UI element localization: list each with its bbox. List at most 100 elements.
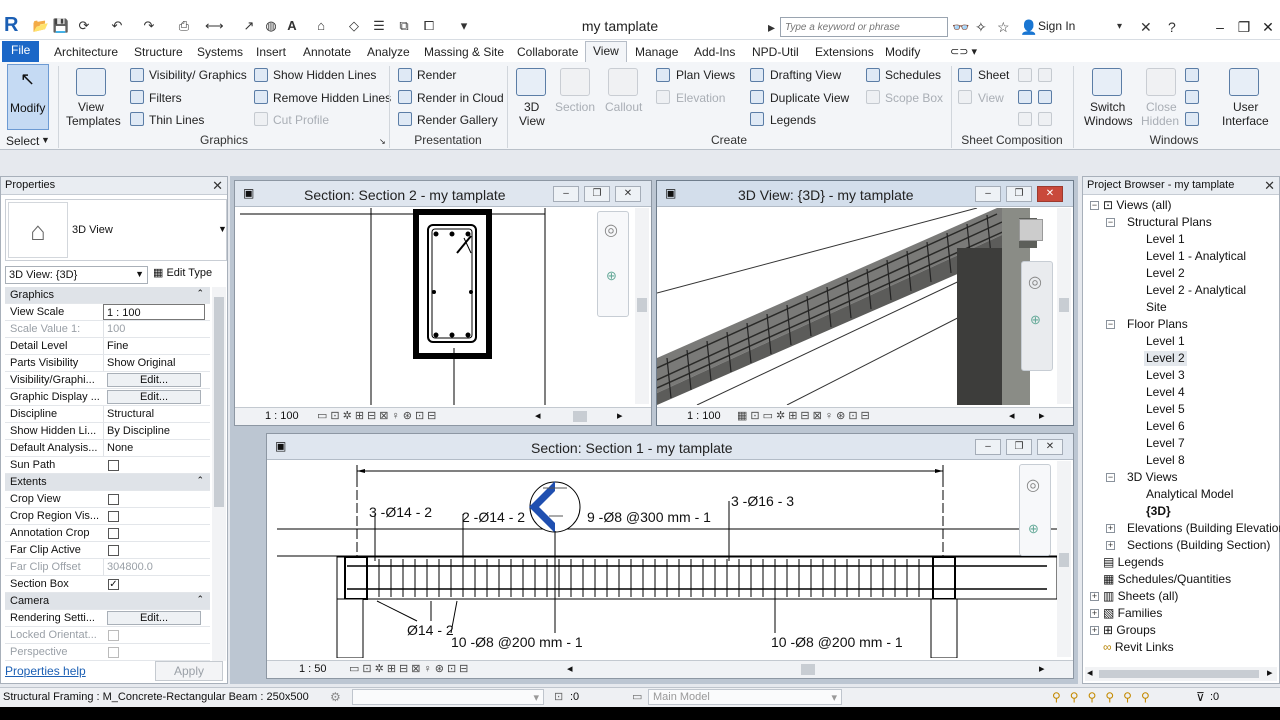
- collapse-icon[interactable]: −: [1090, 201, 1099, 210]
- apply-button[interactable]: Apply: [155, 661, 223, 681]
- rebar-tag[interactable]: 2 -Ø14 - 2: [462, 509, 525, 525]
- minimize-icon[interactable]: –: [553, 186, 579, 202]
- steering-wheel-icon[interactable]: ◎: [1026, 475, 1040, 495]
- zoom-icon[interactable]: ⊕: [1028, 521, 1039, 537]
- print-icon[interactable]: ⎙: [175, 16, 193, 36]
- section-icon[interactable]: ◇: [345, 16, 363, 36]
- collapse-icon[interactable]: −: [1106, 218, 1115, 227]
- render-button[interactable]: Render: [417, 68, 456, 82]
- view-templates-icon[interactable]: [76, 68, 106, 96]
- h-scroll-thumb[interactable]: [801, 664, 815, 675]
- tree-analytical-model[interactable]: Analytical Model: [1146, 487, 1233, 502]
- show-hidden-lines-icon[interactable]: [254, 68, 268, 82]
- tab-architecture[interactable]: Architecture: [54, 43, 118, 62]
- visibility-graphics-icon[interactable]: [130, 68, 144, 82]
- text-icon[interactable]: A: [283, 16, 301, 36]
- instance-dropdown-icon[interactable]: ▼: [135, 269, 144, 279]
- crop-region-checkbox[interactable]: [108, 511, 119, 522]
- discipline-field[interactable]: Structural: [103, 406, 205, 422]
- restore-icon[interactable]: ❐: [1006, 186, 1032, 202]
- tree-legends[interactable]: ▤ Legends: [1103, 555, 1164, 570]
- expand-icon[interactable]: +: [1090, 592, 1099, 601]
- navigation-bar[interactable]: ◎ ⊕: [597, 211, 629, 317]
- scroll-left-icon[interactable]: ◂: [1087, 666, 1093, 679]
- view-scale[interactable]: 1 : 100: [265, 410, 299, 422]
- undo-icon[interactable]: ↶: [108, 16, 126, 36]
- tree-schedules[interactable]: ▦ Schedules/Quantities: [1103, 572, 1231, 587]
- parts-visibility-field[interactable]: Show Original: [103, 355, 205, 371]
- analysis-field[interactable]: None: [103, 440, 205, 456]
- subscription-icon[interactable]: ✧: [975, 17, 987, 37]
- type-dropdown-icon[interactable]: ▼: [218, 224, 227, 234]
- tree-3d-default[interactable]: {3D}: [1146, 504, 1171, 519]
- tree-3d-views[interactable]: 3D Views: [1127, 470, 1177, 485]
- switch-label[interactable]: Switch: [1090, 100, 1125, 114]
- expand-icon[interactable]: +: [1106, 541, 1115, 550]
- close-hidden-icon[interactable]: ⧉: [395, 16, 413, 36]
- tree-groups[interactable]: ⊞ Groups: [1103, 623, 1156, 638]
- detail-level-field[interactable]: Fine: [103, 338, 205, 354]
- visibility-edit-button[interactable]: Edit...: [107, 373, 201, 387]
- workset-dropdown[interactable]: ▾: [352, 689, 544, 705]
- duplicate-view-button[interactable]: Duplicate View: [770, 91, 849, 105]
- sync-icon[interactable]: ⟳: [75, 16, 93, 36]
- maximize-icon[interactable]: ❐: [1232, 16, 1256, 38]
- tree-level-2-analytical[interactable]: Level 2 - Analytical: [1146, 283, 1246, 298]
- view-control-icons[interactable]: ▭⊡✲⊞⊟⊠♀⊛⊡⊟: [349, 662, 471, 675]
- rebar-tag[interactable]: 3 -Ø14 - 2: [369, 504, 432, 520]
- restore-icon[interactable]: ❐: [1006, 439, 1032, 455]
- legends-icon[interactable]: [750, 112, 764, 126]
- view-control-icons[interactable]: ▦⊡▭✲⊞⊟⊠♀⊛⊡⊟: [737, 409, 873, 422]
- drafting-view-icon[interactable]: [750, 68, 764, 82]
- sheet-icon[interactable]: [958, 68, 972, 82]
- close-icon[interactable]: ✕: [1037, 186, 1063, 202]
- section-graphics[interactable]: Graphics ⌃: [5, 287, 210, 304]
- edit-type-button[interactable]: ▦ Edit Type: [153, 266, 212, 279]
- vertical-scrollbar[interactable]: [635, 208, 649, 404]
- view-scale-field[interactable]: 1 : 100: [103, 304, 205, 320]
- qat-dropdown-icon[interactable]: ▾: [455, 16, 473, 36]
- tag-icon[interactable]: ◍: [262, 16, 280, 36]
- tree-elevations[interactable]: Elevations (Building Elevation: [1127, 521, 1280, 536]
- 3d-view-icon[interactable]: ⌂: [312, 16, 330, 36]
- minimize-icon[interactable]: –: [1208, 16, 1232, 38]
- tree-fp-level-5[interactable]: Level 5: [1146, 402, 1185, 417]
- help-icon[interactable]: ?: [1168, 17, 1176, 37]
- tree-floor-plans[interactable]: Floor Plans: [1127, 317, 1188, 332]
- switch-windows-icon[interactable]: ⧠: [420, 16, 438, 36]
- scroll-thumb[interactable]: [637, 298, 647, 312]
- rebar-tag[interactable]: 3 -Ø16 - 3: [731, 493, 794, 509]
- drafting-view-button[interactable]: Drafting View: [770, 68, 841, 82]
- tile-icon[interactable]: [1185, 112, 1199, 126]
- tree-structural-plans[interactable]: Structural Plans: [1127, 215, 1212, 230]
- tree-level-1-analytical[interactable]: Level 1 - Analytical: [1146, 249, 1246, 264]
- scroll-thumb[interactable]: [1059, 298, 1069, 312]
- select-dropdown-icon[interactable]: ▼: [41, 133, 50, 147]
- filters-button[interactable]: Filters: [149, 91, 182, 105]
- scroll-left-icon[interactable]: ◂: [1009, 409, 1015, 422]
- editing-requests-icon[interactable]: ⊡: [554, 690, 563, 703]
- tab-manage[interactable]: Manage: [635, 43, 678, 62]
- section-camera[interactable]: Camera ⌃: [5, 593, 210, 610]
- collapse-icon[interactable]: −: [1106, 320, 1115, 329]
- collapse-icon[interactable]: ⌃: [196, 475, 204, 486]
- expand-icon[interactable]: +: [1090, 609, 1099, 618]
- select-panel-title[interactable]: Select: [6, 134, 39, 148]
- section-extents[interactable]: Extents ⌃: [5, 474, 210, 491]
- collapse-icon[interactable]: −: [1106, 473, 1115, 482]
- properties-close-icon[interactable]: ✕: [212, 178, 223, 194]
- tree-views-all[interactable]: ⊡ Views (all): [1103, 198, 1172, 213]
- tab-insert[interactable]: Insert: [256, 43, 286, 62]
- collapse-icon[interactable]: ⌃: [196, 288, 204, 299]
- tree-level-2[interactable]: Level 2: [1146, 266, 1185, 281]
- tree-level-1[interactable]: Level 1: [1146, 232, 1185, 247]
- graphic-display-edit-button[interactable]: Edit...: [107, 390, 201, 404]
- remove-hidden-lines-icon[interactable]: [254, 90, 268, 104]
- selection-toggle-icons[interactable]: ⚲⚲⚲⚲⚲⚲: [1052, 690, 1159, 704]
- 3d-view-icon[interactable]: [516, 68, 546, 96]
- scroll-right-icon[interactable]: ▸: [1039, 662, 1045, 675]
- properties-help-link[interactable]: Properties help: [5, 664, 86, 678]
- user-icon[interactable]: 👤: [1020, 17, 1037, 37]
- type-selector[interactable]: ⌂ 3D View ▼: [5, 199, 227, 261]
- tab-annotate[interactable]: Annotate: [303, 43, 351, 62]
